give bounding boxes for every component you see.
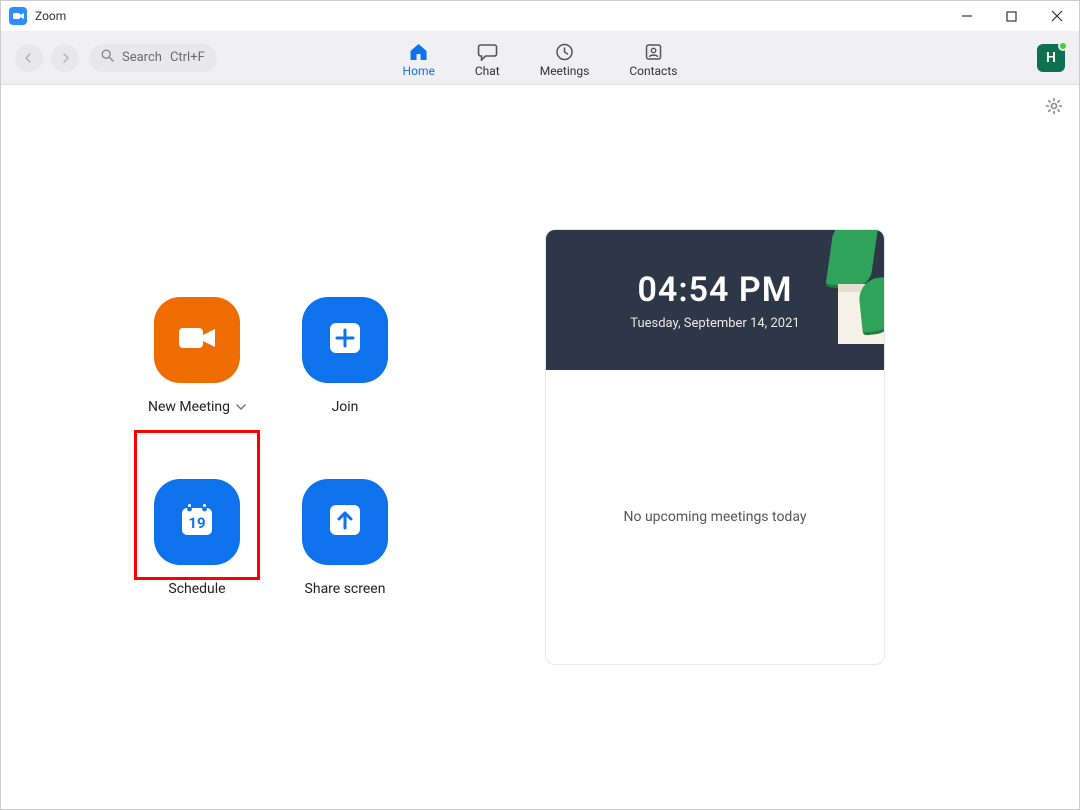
schedule-button[interactable]: 19	[154, 479, 240, 565]
window-title: Zoom	[35, 9, 66, 23]
search-icon	[101, 49, 114, 66]
toolbar: Search Ctrl+F Home Chat Meetings Contact…	[1, 31, 1079, 85]
maximize-button[interactable]	[989, 1, 1034, 31]
main-content: New Meeting Join	[1, 85, 1079, 809]
share-screen-label: Share screen	[305, 581, 386, 597]
avatar-initial: H	[1046, 50, 1056, 66]
share-screen-button[interactable]	[302, 479, 388, 565]
home-icon	[409, 42, 429, 62]
join-label: Join	[332, 399, 359, 415]
clock-date: Tuesday, September 14, 2021	[630, 316, 799, 331]
titlebar: Zoom	[1, 1, 1079, 31]
schedule-label: Schedule	[168, 581, 225, 597]
join-button[interactable]	[302, 297, 388, 383]
tab-meetings[interactable]: Meetings	[540, 38, 590, 78]
action-grid: New Meeting Join	[123, 297, 419, 597]
clock-time: 04:54 PM	[638, 270, 793, 310]
plus-icon	[327, 320, 363, 360]
calendar-icon: 19	[176, 499, 218, 545]
svg-text:19: 19	[188, 514, 205, 532]
upcoming-card: 04:54 PM Tuesday, September 14, 2021 No …	[545, 229, 885, 665]
new-meeting-dropdown[interactable]: New Meeting	[148, 399, 246, 415]
tab-contacts[interactable]: Contacts	[629, 38, 677, 78]
contacts-icon	[644, 42, 662, 62]
zoom-logo-icon	[9, 7, 27, 25]
video-icon	[177, 324, 217, 356]
search-input[interactable]: Search Ctrl+F	[89, 44, 217, 72]
tab-chat[interactable]: Chat	[475, 38, 500, 78]
tab-chat-label: Chat	[475, 64, 500, 78]
search-placeholder: Search	[122, 50, 162, 65]
tab-bar: Home Chat Meetings Contacts	[403, 38, 678, 78]
chevron-down-icon	[236, 399, 246, 415]
settings-button[interactable]	[1045, 97, 1063, 119]
nav-forward-button[interactable]	[51, 44, 79, 72]
tab-meetings-label: Meetings	[540, 64, 590, 78]
status-indicator-icon	[1058, 41, 1068, 51]
arrow-up-icon	[327, 502, 363, 542]
nav-back-button[interactable]	[15, 44, 43, 72]
upcoming-empty-text: No upcoming meetings today	[624, 509, 807, 525]
tab-home[interactable]: Home	[403, 38, 435, 78]
tab-contacts-label: Contacts	[629, 64, 677, 78]
clock-icon	[556, 42, 574, 62]
minimize-button[interactable]	[944, 1, 989, 31]
profile-avatar[interactable]: H	[1037, 44, 1065, 72]
new-meeting-button[interactable]	[154, 297, 240, 383]
close-button[interactable]	[1034, 1, 1079, 31]
search-shortcut: Ctrl+F	[170, 50, 205, 65]
chat-icon	[477, 42, 497, 62]
new-meeting-label: New Meeting	[148, 399, 230, 415]
tab-home-label: Home	[403, 64, 435, 78]
clock-panel: 04:54 PM Tuesday, September 14, 2021	[546, 230, 884, 370]
